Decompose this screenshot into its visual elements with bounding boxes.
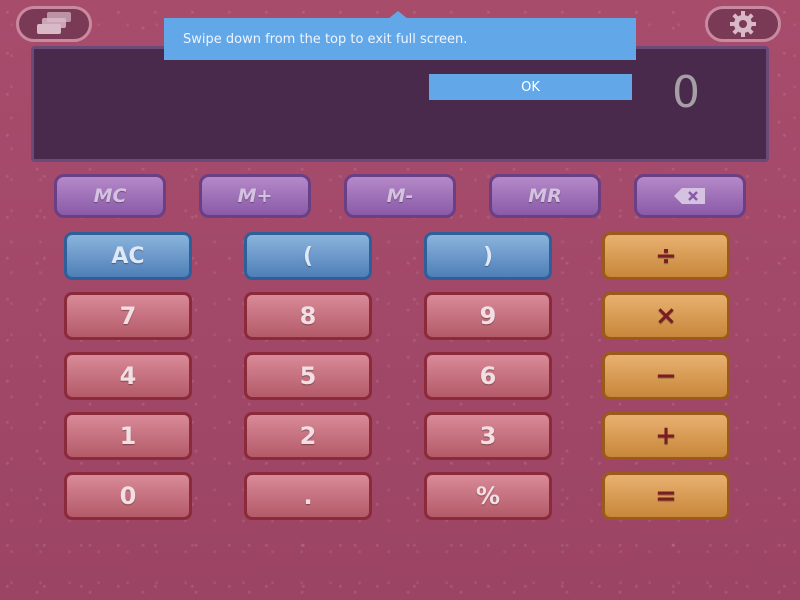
minus-button[interactable]: − xyxy=(602,352,730,400)
windows-button[interactable] xyxy=(16,6,92,42)
digit-9-button[interactable]: 9 xyxy=(424,292,552,340)
m-minus-button[interactable]: M- xyxy=(344,174,456,218)
divide-button[interactable]: ÷ xyxy=(602,232,730,280)
calculator-display: 0 xyxy=(31,46,769,162)
windows-stack-icon xyxy=(37,12,71,36)
mc-button[interactable]: MC xyxy=(54,174,166,218)
digit-1-button[interactable]: 1 xyxy=(64,412,192,460)
settings-button[interactable] xyxy=(705,6,781,42)
percent-button[interactable]: % xyxy=(424,472,552,520)
display-value: 0 xyxy=(672,67,702,118)
digit-3-button[interactable]: 3 xyxy=(424,412,552,460)
ac-button[interactable]: AC xyxy=(64,232,192,280)
digit-6-button[interactable]: 6 xyxy=(424,352,552,400)
decimal-point-button[interactable]: . xyxy=(244,472,372,520)
plus-button[interactable]: + xyxy=(602,412,730,460)
gear-icon xyxy=(730,11,756,37)
digit-7-button[interactable]: 7 xyxy=(64,292,192,340)
multiply-button[interactable]: × xyxy=(602,292,730,340)
digit-2-button[interactable]: 2 xyxy=(244,412,372,460)
digit-4-button[interactable]: 4 xyxy=(64,352,192,400)
m-plus-button[interactable]: M+ xyxy=(199,174,311,218)
backspace-icon xyxy=(674,188,705,204)
toast-message: Swipe down from the top to exit full scr… xyxy=(183,31,468,47)
digit-0-button[interactable]: 0 xyxy=(64,472,192,520)
backspace-button[interactable] xyxy=(634,174,746,218)
fullscreen-toast: Swipe down from the top to exit full scr… xyxy=(164,18,636,60)
mr-button[interactable]: MR xyxy=(489,174,601,218)
digit-8-button[interactable]: 8 xyxy=(244,292,372,340)
equals-button[interactable]: = xyxy=(602,472,730,520)
open-paren-button[interactable]: ( xyxy=(244,232,372,280)
digit-5-button[interactable]: 5 xyxy=(244,352,372,400)
toast-ok-button[interactable]: OK xyxy=(429,74,632,100)
close-paren-button[interactable]: ) xyxy=(424,232,552,280)
